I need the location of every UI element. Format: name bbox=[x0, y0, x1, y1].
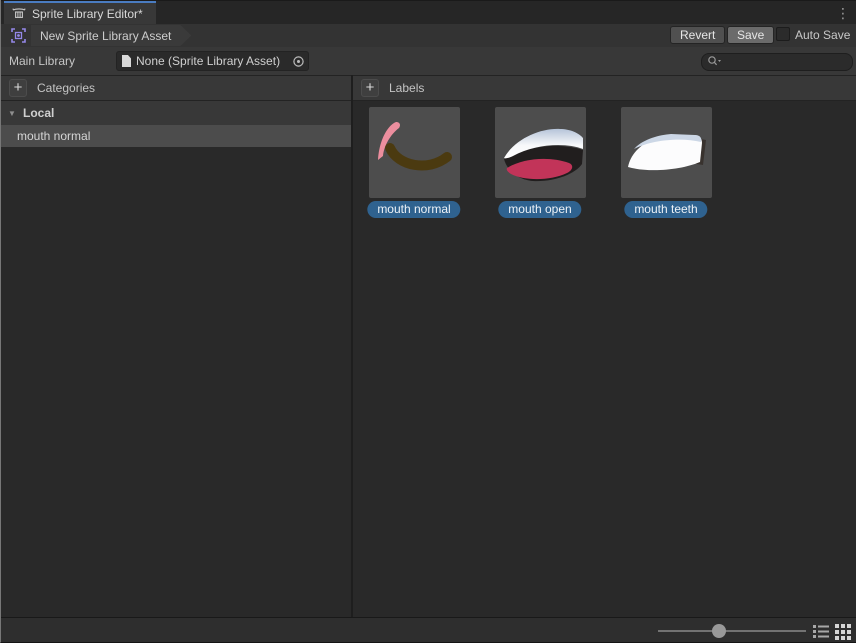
sprite-label-badge-mouth-teeth[interactable]: mouth teeth bbox=[624, 201, 707, 218]
sprite-thumbnail-mouth-teeth[interactable] bbox=[621, 107, 712, 198]
search-icon bbox=[707, 55, 722, 70]
sprite-label-badge-mouth-open[interactable]: mouth open bbox=[498, 201, 581, 218]
kebab-menu-icon[interactable]: ⋮ bbox=[835, 4, 851, 22]
sprite-library-asset-icon bbox=[10, 27, 27, 44]
search-field[interactable] bbox=[701, 53, 853, 71]
foldout-arrow-icon: ▼ bbox=[1, 109, 23, 118]
labels-panel-header: + Labels bbox=[353, 76, 856, 101]
categories-panel-header: + Categories bbox=[1, 76, 351, 101]
revert-button[interactable]: Revert bbox=[670, 26, 725, 44]
categories-list: ▼ Local mouth normal bbox=[1, 101, 351, 617]
breadcrumb-label: New Sprite Library Asset bbox=[40, 29, 171, 43]
auto-save-label: Auto Save bbox=[795, 28, 850, 42]
main-library-label: Main Library bbox=[9, 54, 75, 68]
tab-title: Sprite Library Editor* bbox=[32, 7, 143, 21]
zoom-slider-track[interactable] bbox=[658, 630, 806, 632]
zoom-slider[interactable] bbox=[658, 618, 806, 643]
bottom-bar bbox=[1, 617, 856, 643]
sprite-library-editor-icon bbox=[12, 6, 26, 23]
labels-grid: mouth normal mouth open mouth teeth bbox=[353, 101, 856, 617]
save-button[interactable]: Save bbox=[727, 26, 774, 44]
main-library-row: Main Library None (Sprite Library Asset) bbox=[1, 47, 856, 75]
object-field-value: None (Sprite Library Asset) bbox=[136, 54, 288, 68]
sprite-library-editor-window: Sprite Library Editor* ⋮ New Sprite Libr… bbox=[0, 0, 856, 643]
grid-view-button[interactable] bbox=[834, 622, 852, 640]
category-group-label: Local bbox=[23, 106, 54, 120]
search-input[interactable] bbox=[722, 55, 840, 69]
category-item-label: mouth normal bbox=[17, 129, 90, 143]
sprite-thumbnail-mouth-open[interactable] bbox=[495, 107, 586, 198]
breadcrumb[interactable]: New Sprite Library Asset bbox=[31, 25, 191, 46]
tab-sprite-library-editor[interactable]: Sprite Library Editor* bbox=[4, 1, 156, 25]
zoom-slider-knob[interactable] bbox=[712, 624, 726, 638]
add-label-button[interactable]: + bbox=[361, 79, 379, 97]
object-picker-button[interactable] bbox=[288, 52, 308, 70]
sprite-thumbnail-mouth-normal[interactable] bbox=[369, 107, 460, 198]
category-item-mouth-normal[interactable]: mouth normal bbox=[1, 125, 351, 147]
categories-panel-title: Categories bbox=[37, 81, 95, 95]
tab-bar: Sprite Library Editor* ⋮ bbox=[1, 0, 856, 24]
main-library-object-field[interactable]: None (Sprite Library Asset) bbox=[116, 51, 309, 71]
category-group-local[interactable]: ▼ Local bbox=[1, 101, 351, 125]
auto-save-checkbox[interactable] bbox=[776, 27, 790, 41]
labels-panel-title: Labels bbox=[389, 81, 424, 95]
add-category-button[interactable]: + bbox=[9, 79, 27, 97]
asset-file-icon bbox=[122, 55, 131, 67]
list-view-button[interactable] bbox=[812, 622, 830, 640]
sprite-label-badge-mouth-normal[interactable]: mouth normal bbox=[367, 201, 460, 218]
toolbar: New Sprite Library Asset Revert Save Aut… bbox=[1, 24, 856, 47]
